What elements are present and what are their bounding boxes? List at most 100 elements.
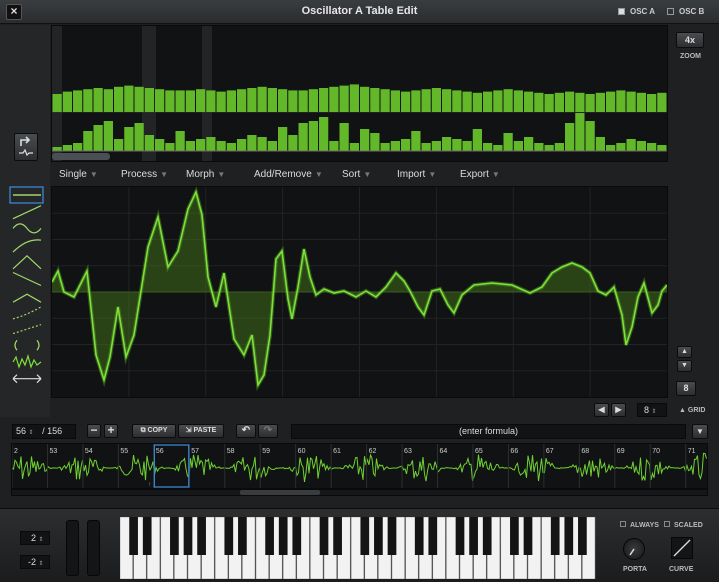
- menu-add-remove[interactable]: Add/Remove ▼: [254, 169, 323, 180]
- overview-scrollbar[interactable]: [52, 153, 110, 160]
- pitch-wheel[interactable]: [66, 520, 79, 576]
- remove-frame-button[interactable]: −: [87, 424, 101, 438]
- redo-button[interactable]: ↷: [258, 424, 278, 438]
- black-key[interactable]: [428, 517, 438, 555]
- black-key[interactable]: [523, 517, 533, 555]
- black-key[interactable]: [224, 517, 234, 555]
- frame-label: 71: [688, 448, 696, 455]
- draw-shape-button[interactable]: [12, 374, 42, 384]
- menu-process[interactable]: Process ▼: [121, 169, 168, 180]
- black-key[interactable]: [482, 517, 492, 555]
- osc-a-toggle[interactable]: OSC A: [618, 7, 655, 16]
- mod-wheel[interactable]: [87, 520, 100, 576]
- menu-export[interactable]: Export ▼: [460, 169, 500, 180]
- black-key[interactable]: [197, 517, 206, 555]
- menu-morph[interactable]: Morph ▼: [186, 169, 225, 180]
- black-key[interactable]: [578, 517, 587, 555]
- draw-shape-button[interactable]: [12, 306, 42, 320]
- wave-editor[interactable]: [50, 186, 669, 398]
- grid-select[interactable]: 8: [676, 381, 696, 396]
- black-key[interactable]: [469, 517, 478, 555]
- harmonic-bar: [226, 90, 236, 112]
- phase-bar: [380, 143, 390, 151]
- shape-icons: [9, 186, 44, 384]
- draw-shape-button[interactable]: [12, 205, 42, 220]
- scaled-toggle[interactable]: SCALED: [664, 521, 703, 529]
- frame-strip-scroll-thumb[interactable]: [240, 490, 320, 495]
- black-key[interactable]: [510, 517, 519, 555]
- harmonic-bar: [575, 92, 585, 112]
- prev-button[interactable]: ◀: [594, 403, 609, 417]
- menu-import[interactable]: Import ▼: [397, 169, 436, 180]
- draw-shape-button[interactable]: [12, 271, 42, 287]
- next-button[interactable]: ▶: [611, 403, 626, 417]
- black-key[interactable]: [292, 517, 302, 555]
- phase-bar: [442, 137, 452, 151]
- undo-button[interactable]: ↶: [236, 424, 256, 438]
- draw-shape-button[interactable]: [12, 293, 42, 303]
- draw-shape-button[interactable]: [12, 353, 42, 369]
- shape-icon: [12, 293, 42, 303]
- draw-shape-button[interactable]: [12, 254, 42, 270]
- harmonic-bar: [616, 90, 626, 112]
- black-key[interactable]: [265, 517, 274, 555]
- black-key[interactable]: [455, 517, 465, 555]
- phase-bar: [298, 123, 308, 151]
- draw-shape-button[interactable]: [12, 324, 42, 335]
- black-key[interactable]: [374, 517, 383, 555]
- add-frame-button[interactable]: +: [104, 424, 118, 438]
- black-key[interactable]: [129, 517, 138, 555]
- curve-control[interactable]: [671, 537, 693, 559]
- harmonic-bar: [62, 91, 72, 112]
- phase-bar: [360, 129, 370, 151]
- octave-select[interactable]: 2 ⇕: [20, 531, 50, 545]
- paste-button[interactable]: ⇲ PASTE: [178, 424, 224, 438]
- black-key[interactable]: [564, 517, 574, 555]
- black-key[interactable]: [333, 517, 342, 555]
- draw-shape-button[interactable]: [12, 223, 42, 234]
- harmonic-bars: [52, 26, 667, 161]
- frame-strip[interactable]: 2 53 54 55 56 57 58 59 60 61 62 63 64 65 66 67 68 69 70 71: [11, 443, 708, 489]
- window-title: Oscillator A Table Edit: [301, 5, 418, 17]
- frame-strip-scrollbar[interactable]: [11, 489, 708, 496]
- black-key[interactable]: [278, 517, 288, 555]
- black-key[interactable]: [238, 517, 247, 555]
- black-key[interactable]: [550, 517, 560, 555]
- transpose-select[interactable]: -2 ⇕: [20, 555, 50, 569]
- wave-down-button[interactable]: ▼: [677, 360, 692, 372]
- menu-single[interactable]: Single ▼: [59, 169, 98, 180]
- phase-bar: [401, 139, 411, 151]
- frame-label: 58: [227, 448, 235, 455]
- black-key[interactable]: [142, 517, 152, 555]
- black-key[interactable]: [387, 517, 397, 555]
- piano-keyboard[interactable]: [119, 516, 596, 580]
- formula-input[interactable]: (enter formula): [291, 424, 686, 439]
- frame-label: 59: [262, 448, 270, 455]
- menu-sort[interactable]: Sort ▼: [342, 169, 371, 180]
- table-position[interactable]: 56 ⇕ / 156: [12, 424, 76, 439]
- always-toggle[interactable]: ALWAYS: [620, 521, 659, 529]
- step-select[interactable]: 8 ⇕: [637, 403, 667, 417]
- frame-label: 56: [156, 448, 164, 455]
- piano-keys[interactable]: [119, 516, 596, 580]
- copy-button[interactable]: ⧉ COPY: [132, 424, 176, 438]
- wave-up-button[interactable]: ▲: [677, 346, 692, 358]
- phase-bar: [565, 123, 575, 151]
- phase-bar: [62, 145, 72, 151]
- draw-shape-button[interactable]: [12, 239, 42, 253]
- checkbox-icon: [667, 8, 674, 15]
- draw-shape-button[interactable]: [14, 339, 40, 351]
- osc-b-toggle[interactable]: OSC B: [667, 7, 704, 16]
- black-key[interactable]: [360, 517, 370, 555]
- black-key[interactable]: [183, 517, 193, 555]
- formula-menu-button[interactable]: ▼: [692, 424, 708, 439]
- waveform-display[interactable]: [50, 186, 669, 397]
- black-key[interactable]: [414, 517, 424, 555]
- phase-bar: [216, 141, 226, 151]
- frame-waveforms[interactable]: 2 53 54 55 56 57 58 59 60 61 62 63 64 65 66 67 68 69 70 71: [11, 444, 707, 488]
- black-key[interactable]: [319, 517, 329, 555]
- export-wave-button[interactable]: [14, 133, 38, 161]
- porta-knob[interactable]: [623, 538, 645, 560]
- black-key[interactable]: [170, 517, 179, 555]
- zoom-select[interactable]: 4x: [676, 32, 704, 48]
